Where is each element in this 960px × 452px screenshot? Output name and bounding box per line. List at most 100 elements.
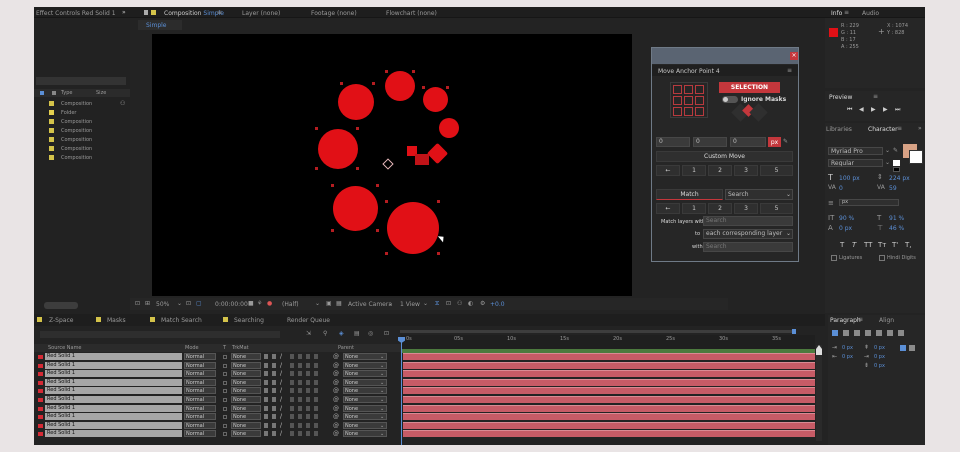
3d-switch-icon[interactable] <box>314 405 318 411</box>
table-row[interactable]: Red Solid 1 Normal None / @ None ⌄ <box>34 396 401 404</box>
play-icon[interactable]: ▶ <box>871 106 876 113</box>
match-2-button[interactable]: 2 <box>708 203 732 214</box>
justify-all-icon[interactable] <box>898 330 904 336</box>
parent-select[interactable]: None ⌄ <box>343 378 387 386</box>
playhead[interactable] <box>401 337 402 445</box>
justify-center-icon[interactable] <box>876 330 882 336</box>
comp-subtab[interactable]: Simple <box>138 20 182 30</box>
anchor-bottom-left[interactable] <box>673 107 682 116</box>
preserve-transparency-checkbox[interactable] <box>223 423 227 428</box>
black-swatch[interactable] <box>893 167 900 172</box>
baseline-shift-value[interactable]: 0 px <box>839 225 852 232</box>
table-row[interactable]: Red Solid 1 Normal None / @ None ⌄ <box>34 387 401 395</box>
effects-switch-icon[interactable] <box>290 414 294 420</box>
anchor-middle-right[interactable] <box>695 96 704 105</box>
anchor-middle-left[interactable] <box>673 96 682 105</box>
layer-name-cell[interactable]: Red Solid 1 <box>45 421 182 429</box>
shy-switch-icon[interactable] <box>264 388 268 394</box>
selection-handle[interactable] <box>385 200 388 203</box>
collapse-switch-icon[interactable] <box>272 388 276 394</box>
collapse-switch-icon[interactable] <box>272 379 276 385</box>
tab-searching[interactable]: Searching <box>234 317 264 324</box>
3d-switch-icon[interactable] <box>314 422 318 428</box>
tab-align[interactable]: Align <box>879 317 894 324</box>
reset-exposure-icon[interactable]: ◐ <box>468 300 473 307</box>
graph-editor-icon[interactable]: ⊡ <box>384 330 389 337</box>
tab-audio[interactable]: Audio <box>862 10 879 17</box>
anchor-center[interactable] <box>684 96 693 105</box>
match-1-button[interactable]: 1 <box>682 203 706 214</box>
font-size-value[interactable]: 100 px <box>839 175 860 182</box>
list-item[interactable]: Composition <box>34 135 130 144</box>
motion-blur-switch-icon[interactable] <box>298 405 302 411</box>
tab-panel-close[interactable]: » <box>122 9 126 16</box>
list-item[interactable]: Composition ⚇ <box>34 99 130 108</box>
collapse-switch-icon[interactable] <box>272 405 276 411</box>
trkmat-select[interactable]: None <box>231 396 261 403</box>
selection-handle[interactable] <box>376 229 379 232</box>
parent-select[interactable]: None ⌄ <box>343 430 387 438</box>
collapse-switch-icon[interactable] <box>272 422 276 428</box>
collapse-switch-icon[interactable] <box>272 414 276 420</box>
eyedropper-icon[interactable]: ✎ <box>893 147 898 154</box>
motion-blur-switch-icon[interactable] <box>298 388 302 394</box>
adjustment-switch-icon[interactable] <box>306 431 310 437</box>
timeline-icon[interactable]: ⊡ <box>446 300 451 307</box>
effects-switch-icon[interactable] <box>290 371 294 377</box>
tab-footage[interactable]: Footage (none) <box>311 10 357 17</box>
layer-duration-bar[interactable] <box>403 413 815 421</box>
chevron-down-icon[interactable]: ⌄ <box>177 300 182 307</box>
selection-handle[interactable] <box>372 82 375 85</box>
search-select[interactable]: Search ⌄ <box>725 189 793 200</box>
mode-select[interactable]: Normal <box>184 378 216 386</box>
white-swatch[interactable] <box>893 160 900 166</box>
preserve-transparency-checkbox[interactable] <box>223 355 227 359</box>
parent-pickwhip-icon[interactable]: @ <box>333 413 339 420</box>
channel-icon[interactable]: ⚘ <box>257 300 262 307</box>
z-input[interactable]: 0 <box>730 137 766 147</box>
magnification-select[interactable]: 50% <box>156 301 169 308</box>
motion-blur-icon[interactable]: ◎ <box>368 330 373 337</box>
font-family-select[interactable]: Myriad Pro <box>828 147 883 155</box>
move-3-button[interactable]: 3 <box>734 165 758 176</box>
parent-pickwhip-icon[interactable]: @ <box>333 370 339 377</box>
trkmat-select[interactable]: None <box>231 370 261 378</box>
label-color-swatch[interactable] <box>38 363 43 368</box>
selection-handle[interactable] <box>315 127 318 130</box>
tab-info[interactable]: Info <box>831 10 842 17</box>
label-color-swatch[interactable] <box>38 406 43 411</box>
leading-value[interactable]: 224 px <box>889 175 910 182</box>
mode-select[interactable]: Normal <box>184 396 216 403</box>
time-ruler[interactable]: 0s 05s 10s 15s 20s 25s 30s 35s <box>401 335 815 349</box>
resolution-select[interactable]: (Half) <box>282 301 299 308</box>
layer-duration-bar[interactable] <box>403 370 815 378</box>
menu-icon[interactable]: ≡ <box>897 125 902 132</box>
vertical-scale-value[interactable]: 90 % <box>839 215 854 222</box>
trkmat-select[interactable]: None <box>231 378 261 386</box>
transparency-grid-icon[interactable]: ▦ <box>336 300 342 307</box>
always-preview-icon[interactable]: ⊡ <box>135 300 140 307</box>
adjustment-switch-icon[interactable] <box>306 397 310 402</box>
chevron-down-icon[interactable]: ⌄ <box>315 300 320 307</box>
direction-rtl-icon[interactable] <box>909 345 915 351</box>
parent-select[interactable]: None ⌄ <box>343 353 387 360</box>
faux-italic-button[interactable]: T <box>852 241 856 249</box>
selection-handle[interactable] <box>385 252 388 255</box>
selection-handle[interactable] <box>446 86 449 89</box>
camera-select[interactable]: Active Camera <box>348 301 392 308</box>
selection-handle[interactable] <box>437 252 440 255</box>
parent-select[interactable]: None ⌄ <box>343 361 387 369</box>
align-right-icon[interactable] <box>854 330 860 336</box>
list-item[interactable]: Composition <box>34 117 130 126</box>
motion-blur-switch-icon[interactable] <box>298 422 302 428</box>
space-before-value[interactable]: 0 px <box>874 345 885 351</box>
trkmat-select[interactable]: None <box>231 387 261 395</box>
all-caps-button[interactable]: TT <box>864 241 872 249</box>
layer-name-cell[interactable]: Red Solid 1 <box>45 413 182 421</box>
shy-switch-icon[interactable] <box>264 379 268 385</box>
tab-render-queue[interactable]: Render Queue <box>287 317 330 324</box>
anchor-point-icon[interactable] <box>382 158 394 170</box>
match-5-button[interactable]: 5 <box>760 203 793 214</box>
frame-blending-icon[interactable]: ▤ <box>354 330 360 337</box>
shy-switch-icon[interactable] <box>264 354 268 359</box>
